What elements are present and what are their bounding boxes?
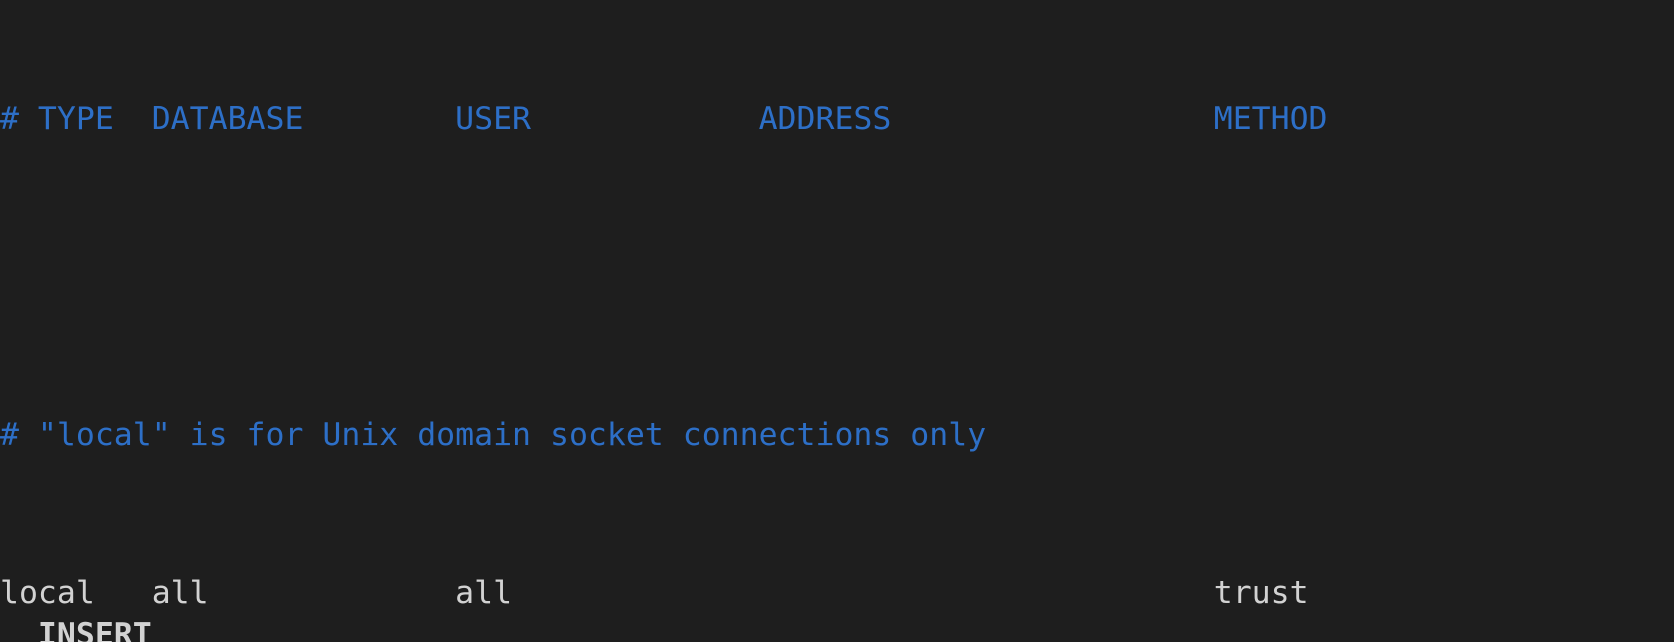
- editor-text-area[interactable]: # TYPE DATABASE USER ADDRESS METHOD # "l…: [0, 0, 1674, 642]
- vim-status-line: INSERT: [0, 616, 1674, 642]
- config-line-local-comment: # "local" is for Unix domain socket conn…: [0, 416, 987, 453]
- vim-mode-indicator: INSERT: [0, 617, 152, 642]
- config-line-blank: [0, 258, 1674, 298]
- terminal-screen[interactable]: # TYPE DATABASE USER ADDRESS METHOD # "l…: [0, 0, 1674, 642]
- config-line-local-all[interactable]: local all all trust: [0, 574, 1674, 614]
- config-line-header: # TYPE DATABASE USER ADDRESS METHOD: [0, 100, 1328, 137]
